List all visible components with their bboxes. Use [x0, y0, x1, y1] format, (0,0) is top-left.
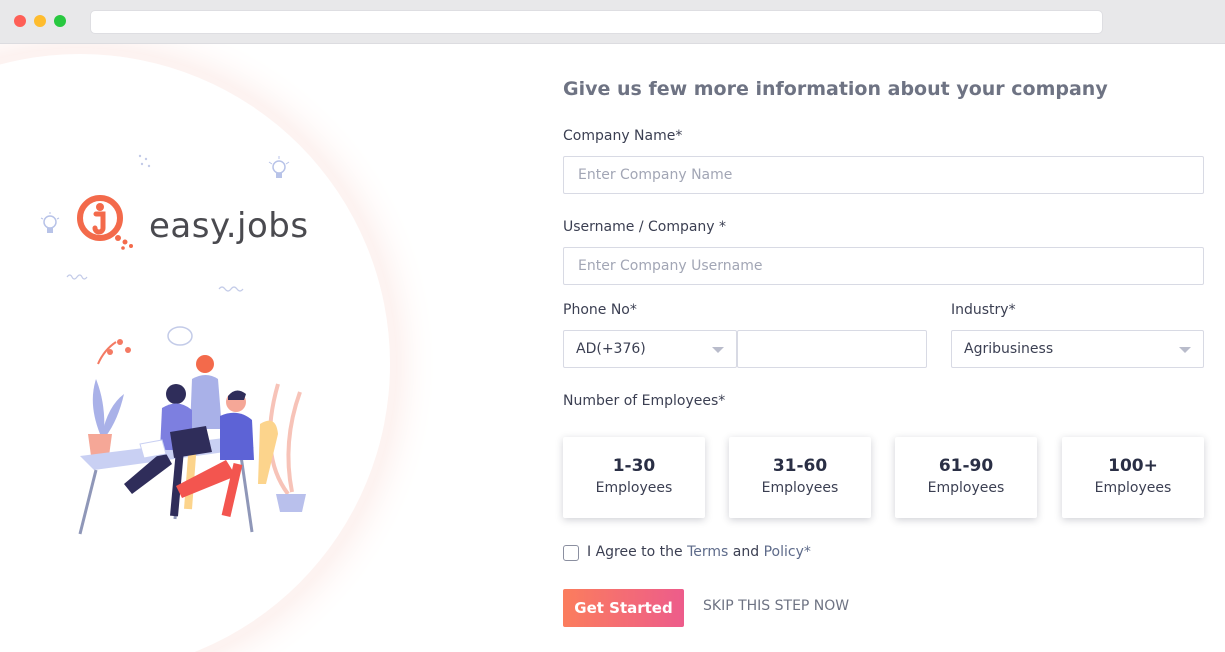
phone-number-input[interactable]	[737, 330, 927, 368]
employees-range: 61-90	[938, 456, 994, 476]
employees-unit: Employees	[595, 480, 673, 496]
industry-value: Agribusiness	[964, 341, 1054, 357]
phone-label: Phone No*	[563, 302, 637, 318]
maximize-window-button[interactable]	[54, 15, 66, 27]
brand-logo[interactable]: easy.jobs	[74, 192, 314, 262]
brand-name: easy.jobs	[149, 206, 309, 246]
agree-prefix: I Agree to the	[587, 544, 683, 560]
chevron-down-icon	[1179, 347, 1191, 353]
browser-chrome	[0, 0, 1225, 44]
chevron-down-icon	[712, 347, 724, 353]
employees-range: 1-30	[612, 456, 656, 476]
employees-option-61-90[interactable]: 61-90 Employees	[895, 437, 1037, 518]
company-name-input[interactable]	[563, 156, 1204, 194]
industry-select[interactable]: Agribusiness	[951, 330, 1204, 368]
company-username-input[interactable]	[563, 247, 1204, 285]
close-window-button[interactable]	[14, 15, 26, 27]
employees-label: Number of Employees*	[563, 393, 726, 409]
agree-terms-checkbox[interactable]	[563, 545, 579, 561]
page: easy.jobs Give us few more information a…	[0, 44, 1225, 652]
username-label: Username / Company *	[563, 219, 727, 235]
get-started-button[interactable]: Get Started	[563, 589, 684, 627]
wave-icon	[66, 274, 88, 280]
wave-icon	[218, 286, 244, 292]
employees-option-100-plus[interactable]: 100+ Employees	[1062, 437, 1204, 518]
agree-and: and	[732, 544, 760, 560]
employees-unit: Employees	[927, 480, 1005, 496]
easy-jobs-logo-icon	[77, 195, 133, 250]
country-code-value: AD(+376)	[576, 341, 646, 357]
agree-terms-label: I Agree to the Terms and Policy*	[587, 544, 811, 560]
employees-range: 100+	[1108, 456, 1158, 476]
industry-label: Industry*	[951, 302, 1016, 318]
address-bar[interactable]	[90, 10, 1103, 34]
company-name-label: Company Name*	[563, 128, 683, 144]
employees-unit: Employees	[1094, 480, 1172, 496]
employees-option-31-60[interactable]: 31-60 Employees	[729, 437, 871, 518]
employees-unit: Employees	[761, 480, 839, 496]
country-code-select[interactable]: AD(+376)	[563, 330, 737, 368]
policy-link[interactable]: Policy*	[764, 544, 811, 560]
skip-step-button[interactable]: SKIP THIS STEP NOW	[703, 598, 849, 614]
terms-link[interactable]: Terms	[687, 544, 728, 560]
employees-range: 31-60	[772, 456, 828, 476]
employees-option-1-30[interactable]: 1-30 Employees	[563, 437, 705, 518]
sparkle-dots-icon	[138, 154, 151, 168]
minimize-window-button[interactable]	[34, 15, 46, 27]
form-heading: Give us few more information about your …	[563, 78, 1108, 100]
lightbulb-icon	[40, 212, 60, 233]
lightbulb-icon	[268, 156, 290, 178]
team-illustration	[78, 326, 306, 535]
